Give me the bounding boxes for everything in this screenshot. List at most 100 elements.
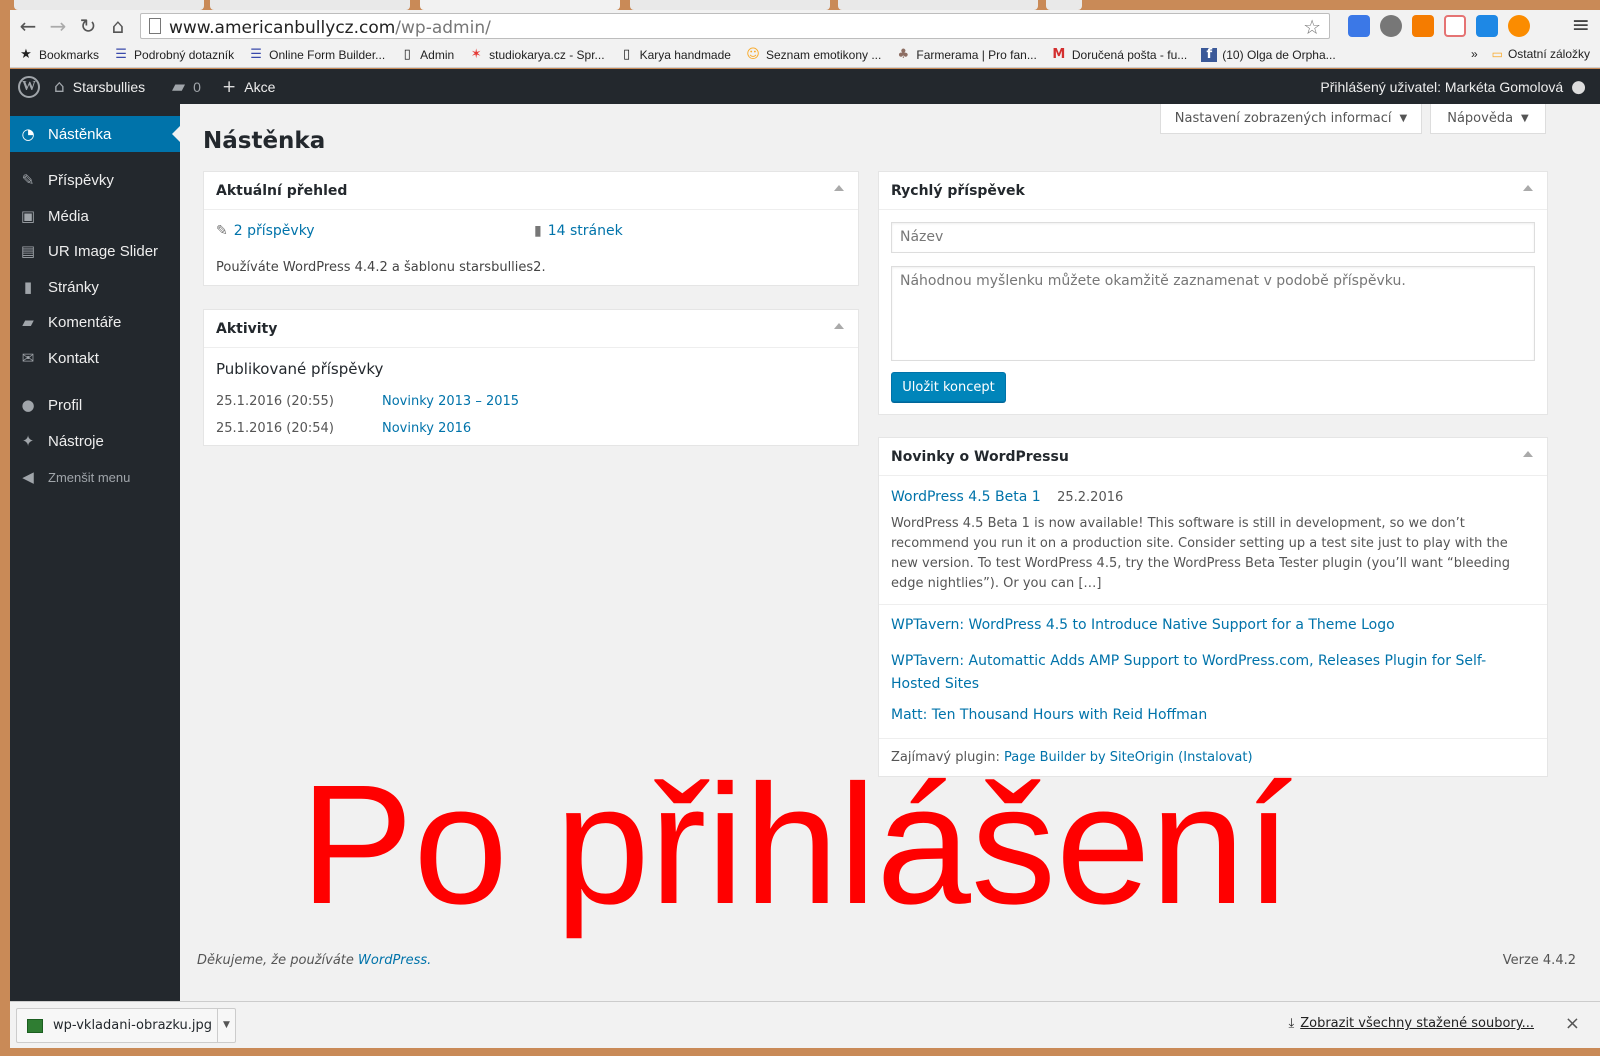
smiley-icon: ☺ [746, 46, 760, 62]
bookmark-item[interactable]: ♣ Farmerama | Pro fan... [895, 46, 1037, 62]
collapse-toggle-icon[interactable] [1523, 185, 1533, 191]
bookmark-item[interactable]: ▯ Admin [399, 46, 455, 62]
widget-header[interactable]: Novinky o WordPressu [879, 438, 1547, 476]
wordpress-logo-icon: W [18, 75, 40, 98]
wordpress-link[interactable]: WordPress. [358, 953, 431, 968]
forward-icon[interactable]: → [46, 14, 70, 38]
browser-tab[interactable] [210, 0, 410, 10]
calendar-extension-icon[interactable] [1444, 15, 1466, 37]
bookmark-item[interactable]: f (10) Olga de Orpha... [1201, 47, 1336, 62]
chart-extension-icon[interactable] [1412, 15, 1434, 37]
download-extension-icon[interactable] [1476, 15, 1498, 37]
widget-header[interactable]: Aktuální přehled [204, 172, 858, 210]
other-bookmarks[interactable]: » ▭ Ostatní záložky [1471, 47, 1590, 61]
adblock-extension-icon[interactable] [1380, 15, 1402, 37]
close-icon[interactable]: × [1565, 1013, 1580, 1034]
bookmark-item[interactable]: ★ Bookmarks [18, 47, 99, 62]
home-icon[interactable]: ⌂ [106, 14, 130, 38]
mail-icon: ✉ [21, 349, 35, 367]
reload-icon[interactable]: ↻ [76, 14, 100, 38]
news-link[interactable]: WPTavern: Automattic Adds AMP Support to… [891, 650, 1535, 696]
sidebar-item-profile[interactable]: ● Profil [10, 387, 180, 423]
sidebar-item-ur-image-slider[interactable]: ▤ UR Image Slider [10, 233, 180, 269]
user-account-menu[interactable]: Přihlášený uživatel: Markéta Gomolová ● [1320, 69, 1586, 104]
pages-icon: ▮ [23, 278, 33, 296]
page-icon: ▯ [403, 46, 411, 62]
posts-count-link[interactable]: ✎ 2 příspěvky [216, 223, 315, 239]
form-icon: ☰ [115, 46, 127, 62]
sidebar-item-comments[interactable]: ▰ Komentáře [10, 304, 180, 340]
wrench-icon: ✦ [21, 432, 35, 450]
new-content-label: Akce [244, 78, 276, 95]
widget-header[interactable]: Rychlý příspěvek [879, 172, 1547, 210]
collapse-toggle-icon[interactable] [1523, 451, 1533, 457]
sidebar-item-contact[interactable]: ✉ Kontakt [10, 340, 180, 376]
pages-count-link[interactable]: ▮ 14 stránek [534, 223, 623, 239]
sidebar-item-dashboard[interactable]: ◔ Nástěnka [10, 116, 180, 152]
browser-tab-active[interactable] [420, 0, 620, 10]
wp-admin-bar: W ⌂ Starsbullies ▰ 0 + Akce Přihlášený uživ… [10, 69, 1600, 104]
sidebar-item-media[interactable]: ▣ Média [10, 198, 180, 234]
bookmarks-overflow[interactable]: » [1471, 47, 1478, 61]
media-icon: ▣ [20, 207, 36, 225]
form-icon: ☰ [250, 46, 262, 62]
news-link[interactable]: WPTavern: WordPress 4.5 to Introduce Nat… [891, 617, 1535, 633]
page-icon [149, 18, 161, 34]
widget-header[interactable]: Aktivity [204, 310, 858, 348]
sidebar-item-tools[interactable]: ✦ Nástroje [10, 423, 180, 459]
back-icon[interactable]: ← [16, 14, 40, 38]
browser-tab[interactable] [14, 0, 204, 10]
bookmark-item[interactable]: ☺ Seznam emotikony ... [745, 46, 881, 62]
bookmark-item[interactable]: M Doručená pošta - fu... [1051, 47, 1187, 62]
site-name-menu[interactable]: ⌂ Starsbullies [54, 69, 145, 104]
folder-icon: ▭ [1491, 47, 1503, 61]
download-shelf: wp-vkladani-obrazku.jpg ▼ ⤓ Zobrazit všec… [10, 1001, 1600, 1048]
new-tab-button[interactable] [1046, 0, 1082, 10]
help-button[interactable]: Nápověda ▼ [1430, 104, 1546, 134]
bookmark-item[interactable]: ☰ Online Form Builder... [248, 46, 385, 62]
wp-logo-menu[interactable]: W [18, 69, 40, 104]
chevron-down-icon[interactable]: ▼ [217, 1009, 235, 1042]
activity-post-link[interactable]: Novinky 2013 – 2015 [382, 394, 519, 409]
divider [879, 738, 1547, 739]
collapse-toggle-icon[interactable] [834, 185, 844, 191]
bookmark-item[interactable]: ☰ Podrobný dotazník [113, 46, 234, 62]
new-content-menu[interactable]: + Akce [222, 69, 275, 104]
download-item[interactable]: wp-vkladani-obrazku.jpg ▼ [16, 1008, 236, 1043]
sidebar-item-posts[interactable]: ✎ Příspěvky [10, 162, 180, 198]
wordpress-news-widget: Novinky o WordPressu WordPress 4.5 Beta … [878, 437, 1548, 777]
plus-icon: + [222, 76, 237, 97]
chevron-down-icon: ▼ [1521, 113, 1529, 124]
show-all-downloads-link[interactable]: ⤓ Zobrazit všechny stažené soubory... [1288, 1016, 1534, 1031]
draft-content-textarea[interactable]: Náhodnou myšlenku můžete okamžitě zaznam… [891, 266, 1535, 361]
download-icon: ⤓ [1288, 1016, 1295, 1031]
browser-tab[interactable] [630, 0, 830, 10]
collapse-toggle-icon[interactable] [834, 323, 844, 329]
site-name: Starsbullies [72, 78, 146, 95]
bookmark-item[interactable]: ▯ Karya handmade [619, 47, 731, 62]
joomla-icon: ✶ [470, 46, 482, 62]
key-extension-icon[interactable] [1508, 15, 1530, 37]
comment-icon: ▰ [172, 76, 186, 97]
bookmark-star-icon[interactable]: ☆ [1303, 15, 1321, 39]
collapse-menu-button[interactable]: ◀ Zmenšit menu [10, 459, 180, 495]
save-draft-button[interactable]: Uložit koncept [891, 372, 1006, 402]
sidebar-item-pages[interactable]: ▮ Stránky [10, 269, 180, 305]
screen-options-button[interactable]: Nastavení zobrazených informací ▼ [1160, 104, 1422, 134]
browser-tab[interactable] [838, 0, 1038, 10]
address-bar[interactable]: www.americanbullycz.com/wp-admin/ ☆ [140, 13, 1330, 39]
pin-icon: ✎ [21, 171, 35, 189]
bookmark-item[interactable]: ✶ studiokarya.cz - Spr... [468, 46, 605, 62]
draft-title-input[interactable]: Název [891, 222, 1535, 253]
activity-post-link[interactable]: Novinky 2016 [382, 421, 471, 436]
browser-menu-icon[interactable]: ≡ [1572, 13, 1590, 38]
comments-menu[interactable]: ▰ 0 [172, 69, 201, 104]
pages-icon: ▮ [534, 223, 542, 239]
comments-icon: ▰ [22, 313, 34, 331]
chevron-down-icon: ▼ [1399, 113, 1408, 124]
farm-icon: ♣ [897, 46, 910, 62]
news-main-link[interactable]: WordPress 4.5 Beta 1 [891, 489, 1041, 505]
footer-version: Verze 4.4.2 [1502, 953, 1576, 968]
news-link[interactable]: Matt: Ten Thousand Hours with Reid Hoffm… [891, 707, 1535, 723]
translate-extension-icon[interactable] [1348, 15, 1370, 37]
